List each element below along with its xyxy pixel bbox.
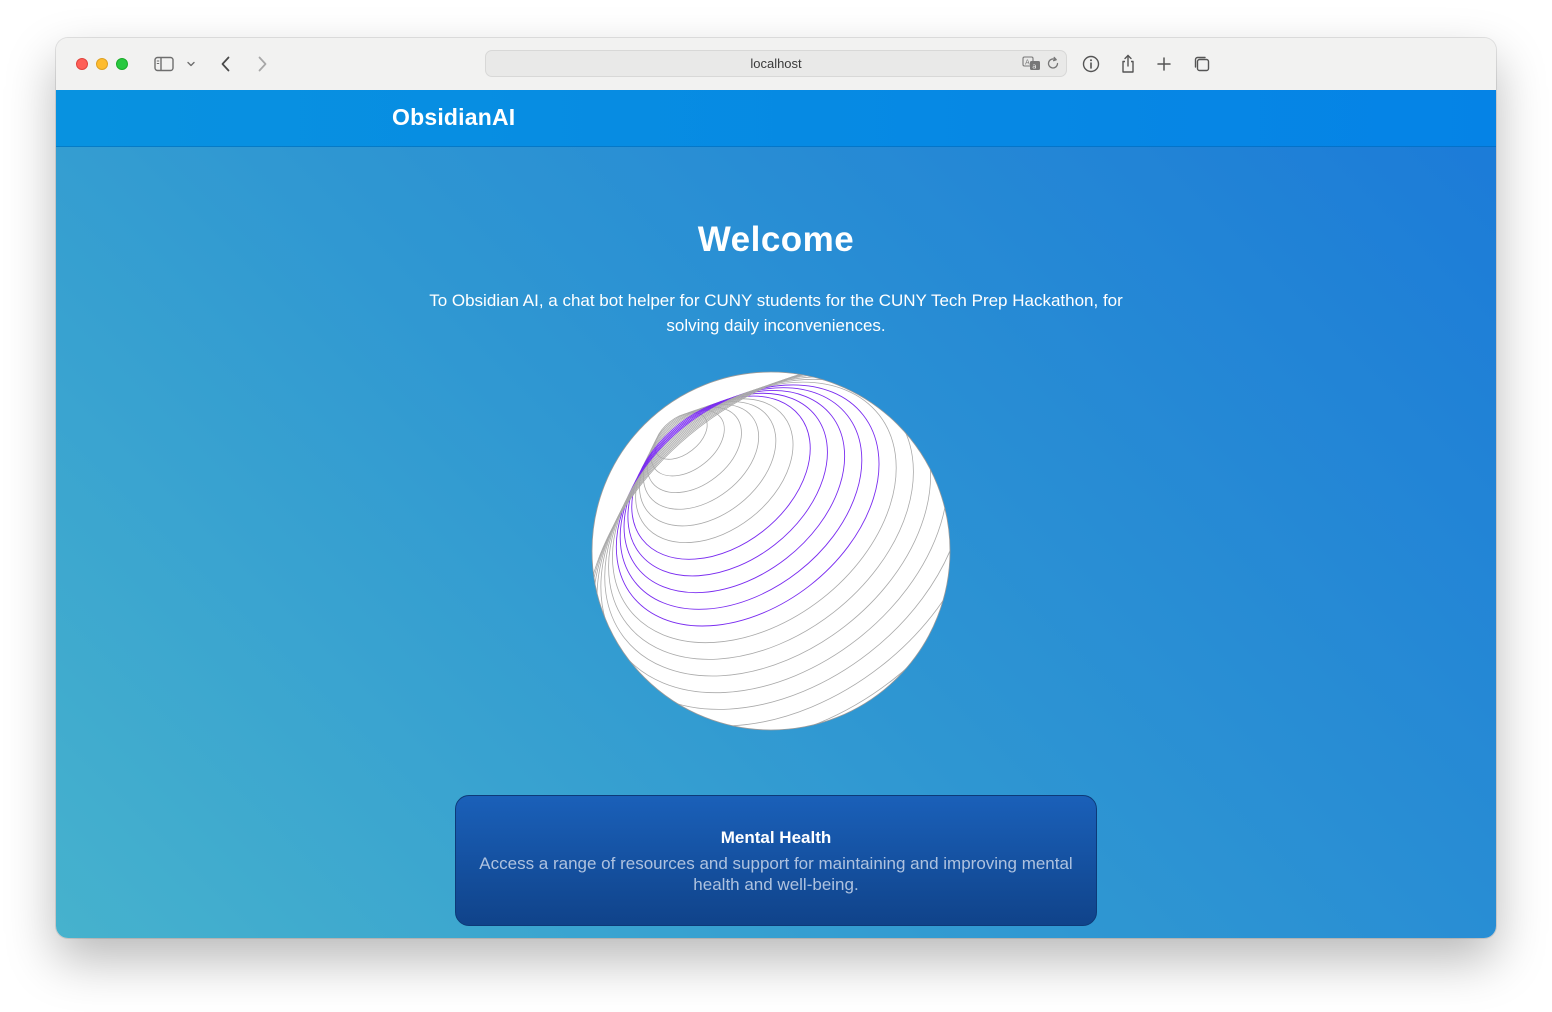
browser-window: localhost Aa ObsidianAI Welcome To Obsid…	[56, 38, 1496, 938]
zoom-window-button[interactable]	[116, 58, 128, 70]
sidebar-toggle-button[interactable]	[152, 52, 176, 76]
share-button[interactable]	[1117, 52, 1139, 76]
hero-subtitle: To Obsidian AI, a chat bot helper for CU…	[429, 291, 1123, 335]
chevron-right-icon	[256, 55, 268, 73]
plus-icon	[1156, 56, 1172, 72]
striped-sphere-graphic	[591, 371, 951, 731]
page-info-button[interactable]	[1080, 52, 1102, 76]
site-navbar: ObsidianAI	[56, 90, 1496, 147]
card-title: Mental Health	[720, 828, 832, 847]
card-description: Access a range of resources and support …	[479, 854, 1073, 894]
chevron-down-icon	[186, 60, 196, 68]
forward-button[interactable]	[250, 52, 274, 76]
page-viewport: ObsidianAI Welcome To Obsidian AI, a cha…	[56, 90, 1496, 938]
mental-health-card[interactable]: Mental Health Access a range of resource…	[455, 795, 1097, 926]
sidebar-menu-button[interactable]	[184, 52, 198, 76]
share-icon	[1120, 54, 1136, 74]
new-tab-button[interactable]	[1153, 52, 1175, 76]
address-bar[interactable]: localhost Aa	[485, 50, 1067, 77]
back-button[interactable]	[214, 52, 238, 76]
minimize-window-button[interactable]	[96, 58, 108, 70]
url-text: localhost	[750, 56, 802, 71]
tab-overview-button[interactable]	[1191, 52, 1213, 76]
browser-toolbar: localhost Aa	[56, 38, 1496, 91]
reload-icon[interactable]	[1046, 56, 1060, 76]
sidebar-icon	[154, 56, 174, 72]
svg-text:A: A	[1025, 58, 1030, 66]
brand-logo[interactable]: ObsidianAI	[392, 104, 515, 131]
page-title: Welcome	[697, 220, 855, 259]
chevron-left-icon	[220, 55, 232, 73]
info-icon	[1082, 55, 1100, 73]
translate-icon[interactable]: Aa	[1022, 56, 1042, 76]
close-window-button[interactable]	[76, 58, 88, 70]
tabs-overview-icon	[1193, 55, 1211, 73]
svg-text:a: a	[1032, 62, 1036, 70]
